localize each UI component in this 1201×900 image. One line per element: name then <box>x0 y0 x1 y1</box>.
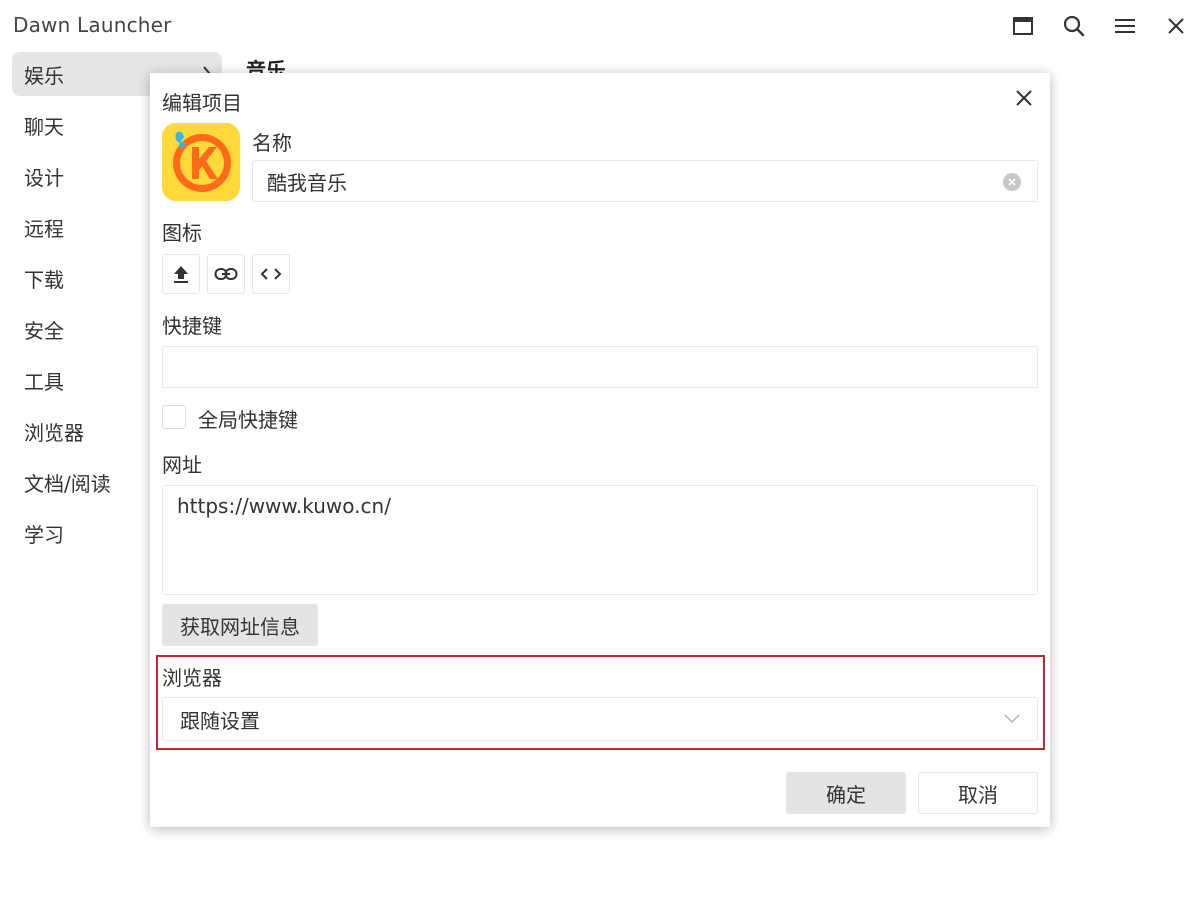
url-textarea[interactable]: https://www.kuwo.cn/ <box>162 485 1038 595</box>
browser-label: 浏览器 <box>162 666 222 690</box>
window-maximize-icon <box>1013 17 1033 35</box>
browser-select[interactable]: 跟随设置 <box>162 697 1038 741</box>
chevron-down-icon <box>1004 714 1020 724</box>
close-window-button[interactable] <box>1162 12 1190 40</box>
clear-name-button[interactable] <box>1003 173 1021 191</box>
dialog-footer: 确定 取消 <box>150 759 1050 827</box>
close-icon <box>1016 90 1032 106</box>
app-icon[interactable] <box>162 123 240 201</box>
code-icon-button[interactable] <box>252 254 290 294</box>
name-input[interactable]: 酷我音乐 <box>252 160 1038 202</box>
title-bar: Dawn Launcher <box>0 0 1201 52</box>
search-button[interactable] <box>1060 12 1088 40</box>
menu-button[interactable] <box>1111 12 1139 40</box>
dialog-title: 编辑项目 <box>162 91 242 115</box>
browser-select-value: 跟随设置 <box>180 708 260 733</box>
cancel-button[interactable]: 取消 <box>918 772 1038 814</box>
sidebar-item-label: 下载 <box>24 267 64 292</box>
sidebar-item-label: 安全 <box>24 318 64 343</box>
name-input-value: 酷我音乐 <box>267 170 347 195</box>
sidebar-item-label: 学习 <box>24 522 64 547</box>
link-icon <box>214 268 238 280</box>
url-value: https://www.kuwo.cn/ <box>177 494 391 518</box>
sidebar-item-label: 娱乐 <box>24 63 64 88</box>
dialog-close-button[interactable] <box>1012 86 1036 110</box>
global-shortcut-label: 全局快捷键 <box>198 408 298 432</box>
url-label: 网址 <box>162 453 202 477</box>
upload-icon-button[interactable] <box>162 254 200 294</box>
global-shortcut-checkbox[interactable] <box>162 405 186 429</box>
sidebar-item-label: 文档/阅读 <box>24 471 111 496</box>
icon-label: 图标 <box>162 221 202 245</box>
sidebar-item-label: 设计 <box>24 165 64 190</box>
fetch-url-info-button[interactable]: 获取网址信息 <box>162 604 318 646</box>
link-icon-button[interactable] <box>207 254 245 294</box>
shortcut-input[interactable] <box>162 346 1038 388</box>
code-icon <box>260 268 282 280</box>
close-icon <box>1168 18 1184 34</box>
kuwo-music-logo-icon <box>162 123 240 201</box>
sidebar-item-label: 远程 <box>24 216 64 241</box>
clear-icon <box>1008 178 1016 186</box>
sidebar-item-label: 浏览器 <box>24 420 84 445</box>
edit-item-dialog: 编辑项目 名称 酷我音乐 图标 快捷键 全局快捷键 网址 https://www… <box>150 73 1050 827</box>
search-icon <box>1063 15 1085 37</box>
name-label: 名称 <box>252 131 292 155</box>
shortcut-label: 快捷键 <box>162 314 222 338</box>
app-title: Dawn Launcher <box>13 13 172 37</box>
hamburger-menu-icon <box>1115 19 1135 33</box>
sidebar-item-label: 工具 <box>24 369 64 394</box>
ok-button[interactable]: 确定 <box>786 772 906 814</box>
maximize-button[interactable] <box>1009 12 1037 40</box>
sidebar-item-label: 聊天 <box>24 114 64 139</box>
upload-icon <box>174 266 188 283</box>
